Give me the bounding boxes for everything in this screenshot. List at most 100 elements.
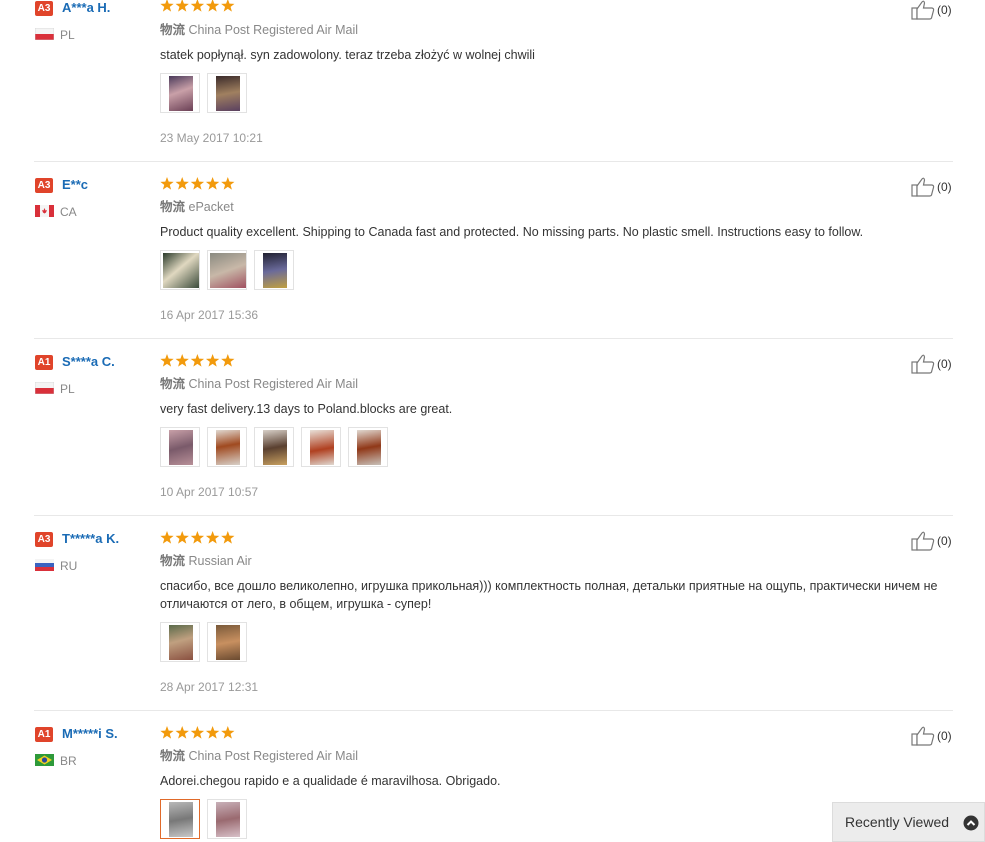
shipping-label: 物流 bbox=[160, 23, 186, 37]
review-photo-thumbnail[interactable] bbox=[160, 427, 200, 467]
shipping-method: Russian Air bbox=[188, 554, 252, 568]
star-icon bbox=[160, 0, 174, 12]
star-icon bbox=[205, 531, 220, 544]
helpful-count: (0) bbox=[937, 534, 952, 548]
shipping-label: 物流 bbox=[160, 749, 186, 763]
review-photo-thumbnail[interactable] bbox=[301, 427, 341, 467]
review-date: 28 Apr 2017 12:31 bbox=[160, 680, 259, 694]
review-photo-thumbnail[interactable] bbox=[254, 427, 294, 467]
thumbs-up-icon bbox=[911, 726, 935, 746]
star-rating bbox=[160, 354, 236, 368]
buyer-level-badge: A3 bbox=[35, 1, 53, 16]
review-photo-thumbnail[interactable] bbox=[348, 427, 388, 467]
shipping-method: China Post Registered Air Mail bbox=[188, 23, 359, 37]
review-photo-thumbnail[interactable] bbox=[207, 799, 247, 839]
star-rating-icons bbox=[160, 531, 235, 544]
star-icon bbox=[190, 531, 205, 544]
review-photo-thumbnail[interactable] bbox=[207, 622, 247, 662]
review-divider bbox=[34, 161, 953, 162]
star-icon bbox=[160, 354, 174, 367]
review-date: 23 May 2017 10:21 bbox=[160, 131, 263, 145]
review-item: A3 T*****a K. RU 物流 Russian Air спасибо,… bbox=[0, 531, 985, 711]
helpful-count: (0) bbox=[937, 180, 952, 194]
reviewer-name[interactable]: A***a H. bbox=[62, 0, 110, 16]
shipping-method: China Post Registered Air Mail bbox=[188, 377, 359, 391]
reviewer-name[interactable]: M*****i S. bbox=[62, 726, 118, 742]
shipping-label: 物流 bbox=[160, 200, 186, 214]
recently-viewed-label: Recently Viewed bbox=[845, 814, 950, 830]
feedback-list: A3 A***a H. PL 物流 China Post Registered … bbox=[0, 0, 985, 842]
star-rating-icons bbox=[160, 0, 235, 12]
reviewer-country: PL bbox=[60, 28, 75, 42]
poland-flag-icon bbox=[35, 382, 54, 394]
reviewer-country: PL bbox=[60, 382, 75, 396]
star-icon bbox=[221, 0, 235, 12]
review-divider bbox=[34, 338, 953, 339]
thumbs-up-icon bbox=[911, 177, 935, 197]
star-icon bbox=[175, 354, 189, 367]
review-divider bbox=[34, 710, 953, 711]
star-icon bbox=[160, 177, 174, 190]
reviewer-name[interactable]: T*****a K. bbox=[62, 531, 119, 547]
review-photo-thumbnail[interactable] bbox=[207, 250, 247, 290]
review-photo-thumbnail[interactable] bbox=[254, 250, 294, 290]
star-icon bbox=[160, 531, 174, 544]
review-text: Adorei.chegou rapido e a qualidade é mar… bbox=[160, 774, 501, 788]
review-photo-thumbnail[interactable] bbox=[160, 622, 200, 662]
star-rating-icons bbox=[160, 177, 235, 190]
buyer-level-badge: A1 bbox=[35, 355, 53, 370]
star-icon bbox=[190, 726, 205, 739]
thumbs-up-icon bbox=[911, 354, 935, 374]
star-rating bbox=[160, 177, 236, 191]
shipping-method: China Post Registered Air Mail bbox=[188, 749, 359, 763]
review-date: 10 Apr 2017 10:57 bbox=[160, 485, 259, 499]
star-icon bbox=[205, 177, 220, 190]
star-rating-icons bbox=[160, 354, 235, 367]
reviewer-name[interactable]: S****a C. bbox=[62, 354, 115, 370]
review-item: A3 A***a H. PL 物流 China Post Registered … bbox=[0, 0, 985, 162]
star-icon bbox=[175, 726, 189, 739]
buyer-level-badge: A3 bbox=[35, 178, 53, 193]
review-item: A1 S****a C. PL 物流 China Post Registered… bbox=[0, 354, 985, 516]
star-icon bbox=[205, 726, 220, 739]
buyer-level-badge: A3 bbox=[35, 532, 53, 547]
helpful-count: (0) bbox=[937, 729, 952, 743]
shipping-info: 物流 China Post Registered Air Mail bbox=[160, 376, 358, 392]
thumbs-up-icon bbox=[911, 531, 935, 551]
star-icon bbox=[190, 177, 205, 190]
reviewer-country: BR bbox=[60, 754, 77, 768]
reviewer-country: CA bbox=[60, 205, 77, 219]
review-text: very fast delivery.13 days to Poland.blo… bbox=[160, 402, 453, 416]
star-icon bbox=[160, 726, 174, 739]
star-icon bbox=[175, 0, 189, 12]
chevron-up-circle-icon bbox=[963, 815, 979, 831]
review-text: спасибо, все дошло великолепно, игрушка … bbox=[160, 579, 938, 611]
recently-viewed-toggle[interactable]: Recently Viewed bbox=[832, 802, 985, 842]
review-photo-thumbnail[interactable] bbox=[160, 250, 200, 290]
shipping-method: ePacket bbox=[188, 200, 234, 214]
review-photo-thumbnail[interactable] bbox=[160, 73, 200, 113]
reviewer-name[interactable]: E**c bbox=[62, 177, 88, 193]
poland-flag-icon bbox=[35, 28, 54, 40]
star-icon bbox=[190, 0, 205, 12]
helpful-count: (0) bbox=[937, 357, 952, 371]
shipping-label: 物流 bbox=[160, 554, 186, 568]
star-rating-icons bbox=[160, 726, 235, 739]
star-rating bbox=[160, 531, 236, 545]
star-icon bbox=[190, 354, 205, 367]
russia-flag-icon bbox=[35, 559, 54, 571]
shipping-info: 物流 ePacket bbox=[160, 199, 234, 215]
review-photo-thumbnail[interactable] bbox=[207, 73, 247, 113]
star-icon bbox=[205, 354, 220, 367]
star-icon bbox=[221, 726, 235, 739]
star-icon bbox=[175, 531, 189, 544]
star-rating bbox=[160, 0, 236, 13]
review-photo-thumbnail[interactable] bbox=[207, 427, 247, 467]
buyer-level-badge: A1 bbox=[35, 727, 53, 742]
review-date: 16 Apr 2017 15:36 bbox=[160, 308, 259, 322]
review-photo-thumbnail[interactable] bbox=[160, 799, 200, 839]
brazil-flag-icon bbox=[35, 754, 54, 766]
shipping-label: 物流 bbox=[160, 377, 186, 391]
star-icon bbox=[205, 0, 220, 12]
reviewer-country: RU bbox=[60, 559, 78, 573]
